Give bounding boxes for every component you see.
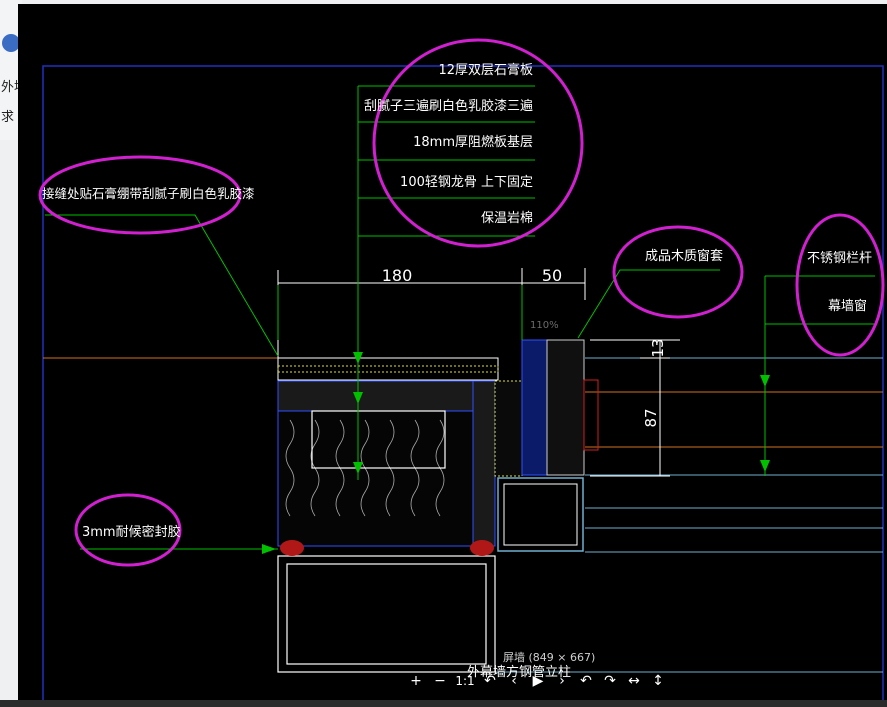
undo-icon[interactable]: ↶ (576, 673, 596, 689)
zoom-out-button[interactable]: − (430, 673, 450, 689)
label-curtain-window: 幕墙窗 (828, 298, 867, 314)
fit-width-icon[interactable]: ↔ (624, 673, 644, 689)
fit-height-icon[interactable]: ↕ (648, 673, 668, 689)
dim-13: 13 (649, 338, 667, 357)
label-board: 18mm厚阻燃板基层 (413, 134, 533, 150)
dim-50: 50 (542, 266, 562, 285)
label-paint: 刮腻子三遍刷白色乳胶漆三遍 (364, 98, 533, 114)
label-railing: 不锈钢栏杆 (807, 251, 872, 266)
cad-labels: 12厚双层石膏板 刮腻子三遍刷白色乳胶漆三遍 18mm厚阻燃板基层 100轻钢龙… (42, 62, 872, 680)
label-joint-note: 接缝处贴石膏绷带刮腻子刷白色乳胶漆 (42, 186, 255, 201)
label-gypsum: 12厚双层石膏板 (438, 62, 533, 78)
redo-icon[interactable]: ↷ (600, 673, 620, 689)
dim-87: 87 (642, 408, 660, 427)
label-insulation: 保温岩棉 (481, 211, 533, 226)
next-button[interactable]: › (552, 673, 572, 689)
label-window-cover: 成品木质窗套 (645, 248, 723, 264)
zoom-in-button[interactable]: + (406, 673, 426, 689)
dim-180: 180 (382, 266, 413, 285)
viewer-toolbar: + − 1:1 ↶ ‹ ▶ › ↶ ↷ ↔ ↕ (406, 670, 668, 692)
image-viewer: 12厚双层石膏板 刮腻子三遍刷白色乳胶漆三遍 18mm厚阻燃板基层 100轻钢龙… (18, 4, 887, 707)
bottom-strip (0, 700, 887, 707)
prev-button[interactable]: ‹ (504, 673, 524, 689)
zoom-level: 110% (530, 320, 559, 331)
rotate-icon[interactable]: ↶ (480, 673, 500, 689)
label-stud: 100轻钢龙骨 上下固定 (400, 175, 533, 190)
image-info: 屏墙 (849 × 667) (503, 651, 596, 664)
actual-size-button[interactable]: 1:1 (454, 674, 476, 688)
play-button[interactable]: ▶ (528, 673, 548, 689)
label-sealant: 3mm耐候密封胶 (82, 524, 181, 540)
